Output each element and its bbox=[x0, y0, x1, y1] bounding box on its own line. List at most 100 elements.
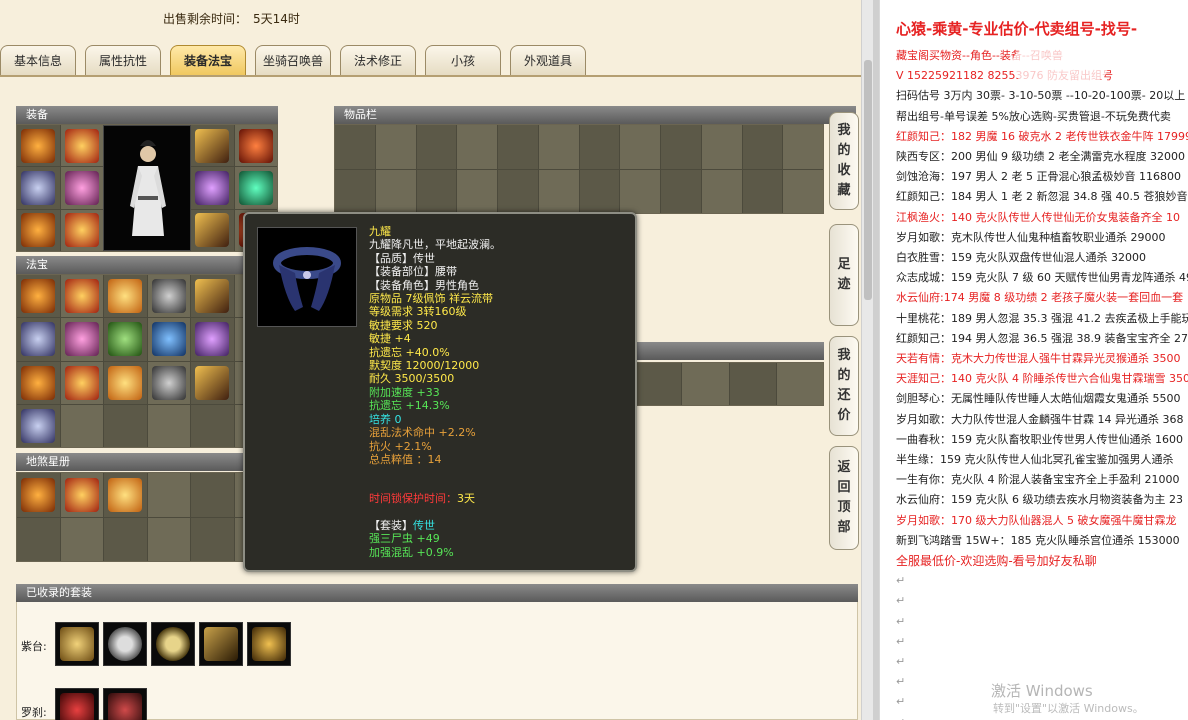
grid-slot[interactable] bbox=[191, 361, 234, 404]
grid-slot[interactable] bbox=[17, 318, 60, 361]
grid-slot[interactable] bbox=[191, 167, 234, 209]
grid-slot[interactable] bbox=[60, 167, 103, 209]
tab-equipment[interactable]: 装备法宝 bbox=[170, 45, 246, 75]
doc-empty-line: ↵ bbox=[896, 655, 906, 668]
grid-slot[interactable] bbox=[416, 169, 457, 213]
grid-slot[interactable] bbox=[17, 404, 60, 447]
grid-slot[interactable] bbox=[538, 125, 579, 169]
grid-slot[interactable] bbox=[579, 125, 620, 169]
suit-item[interactable] bbox=[103, 688, 147, 720]
suit-item[interactable] bbox=[247, 622, 291, 666]
suit-item[interactable] bbox=[151, 622, 195, 666]
grid-slot[interactable] bbox=[60, 209, 103, 251]
grid-slot[interactable] bbox=[104, 318, 147, 361]
footprint-button[interactable]: 足迹 bbox=[829, 224, 859, 326]
grid-slot[interactable] bbox=[17, 361, 60, 404]
grid-slot[interactable] bbox=[191, 318, 234, 361]
grid-slot[interactable] bbox=[375, 169, 416, 213]
grid-slot[interactable] bbox=[104, 473, 147, 517]
grid-slot[interactable] bbox=[416, 125, 457, 169]
grid-slot[interactable] bbox=[147, 404, 190, 447]
grid-slot[interactable] bbox=[701, 169, 742, 213]
grid-slot[interactable] bbox=[60, 517, 103, 561]
suit-item[interactable] bbox=[103, 622, 147, 666]
grid-slot[interactable] bbox=[742, 169, 783, 213]
grid-slot[interactable] bbox=[60, 404, 103, 447]
grid-slot[interactable] bbox=[457, 125, 497, 169]
grid-slot[interactable] bbox=[776, 363, 823, 405]
grid-slot[interactable] bbox=[729, 363, 776, 405]
grid-slot[interactable] bbox=[335, 125, 375, 169]
grid-slot[interactable] bbox=[17, 275, 60, 318]
grid-slot[interactable] bbox=[104, 361, 147, 404]
grid-slot[interactable] bbox=[579, 169, 620, 213]
suit-item[interactable] bbox=[55, 688, 99, 720]
grid-slot[interactable] bbox=[17, 125, 60, 167]
fabao-panel-title: 法宝 bbox=[16, 256, 278, 274]
grid-slot[interactable] bbox=[335, 169, 375, 213]
grid-slot[interactable] bbox=[60, 473, 103, 517]
grid-slot[interactable] bbox=[104, 404, 147, 447]
scrollbar-thumb[interactable] bbox=[864, 60, 872, 300]
item-icon bbox=[64, 213, 99, 248]
doc-line: 全服最低价-欢迎选购-看号加好友私聊 bbox=[896, 554, 1097, 568]
grid-slot[interactable] bbox=[234, 167, 277, 209]
grid-slot[interactable] bbox=[147, 473, 190, 517]
tab-basic-info[interactable]: 基本信息 bbox=[0, 45, 76, 75]
grid-slot[interactable] bbox=[191, 473, 234, 517]
grid-slot[interactable] bbox=[191, 517, 234, 561]
grid-slot[interactable] bbox=[191, 209, 234, 251]
my-bargain-button[interactable]: 我的还价 bbox=[829, 336, 859, 436]
grid-slot[interactable] bbox=[60, 275, 103, 318]
grid-slot[interactable] bbox=[701, 125, 742, 169]
grid-slot[interactable] bbox=[147, 275, 190, 318]
grid-slot[interactable] bbox=[457, 169, 497, 213]
windows-watermark-sub: 转到"设置"以激活 Windows。 bbox=[993, 702, 1144, 715]
grid-slot[interactable] bbox=[234, 125, 277, 167]
my-favorites-button[interactable]: 我的收藏 bbox=[829, 112, 859, 210]
grid-slot[interactable] bbox=[682, 363, 729, 405]
grid-slot[interactable] bbox=[635, 363, 682, 405]
tab-children[interactable]: 小孩 bbox=[425, 45, 501, 75]
item-familiarity: 默契度 12000/12000 bbox=[369, 359, 480, 373]
tab-attributes[interactable]: 属性抗性 bbox=[85, 45, 161, 75]
grid-slot[interactable] bbox=[783, 125, 823, 169]
grid-slot[interactable] bbox=[620, 169, 660, 213]
grid-slot[interactable] bbox=[147, 318, 190, 361]
page-scrollbar[interactable] bbox=[861, 0, 873, 720]
grid-slot[interactable] bbox=[17, 167, 60, 209]
grid-slot[interactable] bbox=[191, 125, 234, 167]
grid-slot[interactable] bbox=[661, 169, 701, 213]
suit-item[interactable] bbox=[199, 622, 243, 666]
grid-slot[interactable] bbox=[742, 125, 783, 169]
grid-slot[interactable] bbox=[17, 209, 60, 251]
grid-slot[interactable] bbox=[498, 169, 538, 213]
grid-slot[interactable] bbox=[17, 473, 60, 517]
tab-spell-correction[interactable]: 法术修正 bbox=[340, 45, 416, 75]
grid-slot[interactable] bbox=[375, 125, 416, 169]
grid-slot[interactable] bbox=[60, 125, 103, 167]
tab-mounts-pets[interactable]: 坐骑召唤兽 bbox=[255, 45, 331, 75]
grid-slot[interactable] bbox=[498, 125, 538, 169]
grid-slot[interactable] bbox=[60, 361, 103, 404]
grid-slot[interactable] bbox=[538, 169, 579, 213]
back-to-top-button[interactable]: 返回顶部 bbox=[829, 446, 859, 550]
suit-item[interactable] bbox=[55, 622, 99, 666]
grid-slot[interactable] bbox=[661, 125, 701, 169]
grid-slot[interactable] bbox=[17, 517, 60, 561]
notes-document[interactable]: 心猿-乘黄-专业估价-代卖组号-找号- 藏宝阁买物资--角色--装备--召唤兽 V… bbox=[879, 0, 1188, 720]
doc-line: 岁月如歌：170 级大力队仙器混人 5 破女魔强牛魔甘霖龙 bbox=[896, 513, 1177, 527]
doc-line: 红颜知己：194 男人忽混 36.5 强混 38.9 装备宝宝齐全 2750 bbox=[896, 331, 1188, 345]
grid-slot[interactable] bbox=[191, 404, 234, 447]
grid-slot[interactable] bbox=[147, 517, 190, 561]
grid-slot[interactable] bbox=[147, 361, 190, 404]
grid-slot[interactable] bbox=[191, 275, 234, 318]
grid-slot[interactable] bbox=[104, 517, 147, 561]
time-protect-value: 3天 bbox=[457, 492, 475, 506]
grid-slot[interactable] bbox=[104, 275, 147, 318]
grid-slot[interactable] bbox=[620, 125, 660, 169]
tab-underline bbox=[0, 75, 864, 77]
tab-appearance[interactable]: 外观道具 bbox=[510, 45, 586, 75]
grid-slot[interactable] bbox=[60, 318, 103, 361]
grid-slot[interactable] bbox=[783, 169, 823, 213]
